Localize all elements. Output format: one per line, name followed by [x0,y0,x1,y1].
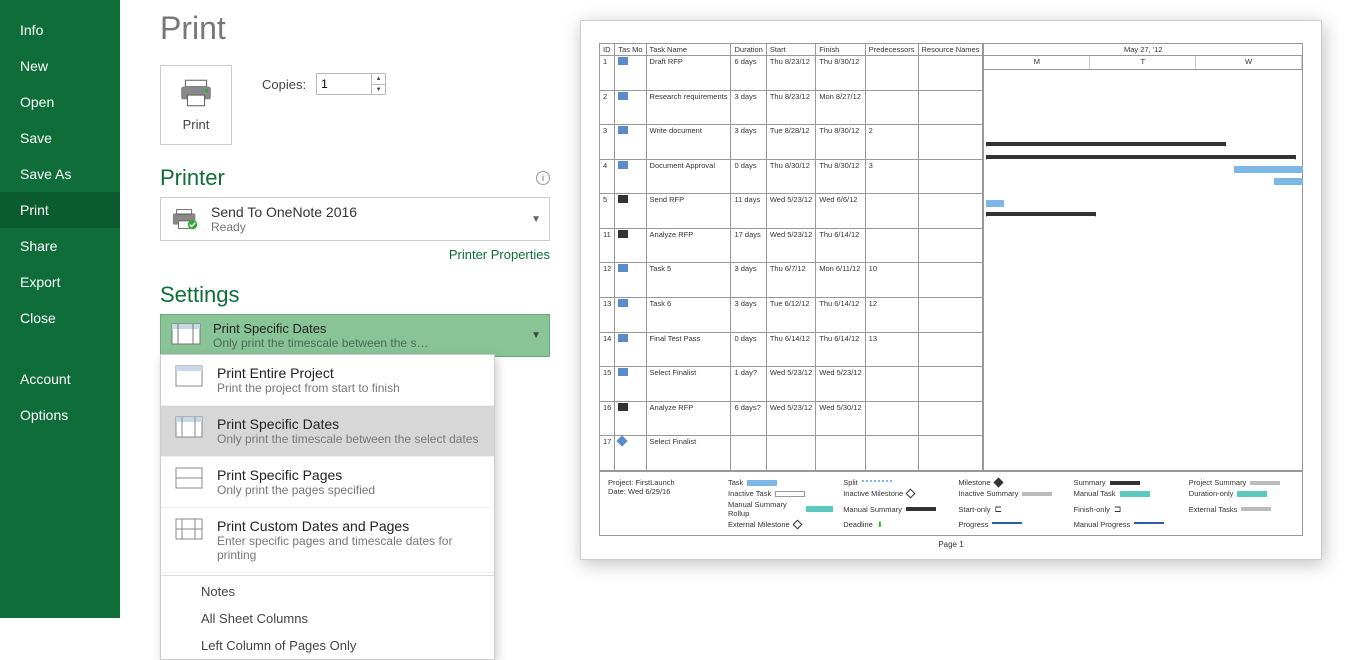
legend-item: External Tasks [1189,500,1294,518]
legend-item: Inactive Task [728,489,833,498]
legend-item: External Milestone [728,520,833,529]
date-range-icon [175,416,203,440]
table-row: 3Write document3 daysTue 8/28/12Thu 8/30… [600,125,983,160]
sidebar-item-new[interactable]: New [0,48,120,84]
main-area: Print Print Copies: ▲ ▼ Printer i [120,0,1352,618]
legend-item: Inactive Milestone [843,489,948,498]
printer-section-header: Printer [160,165,225,191]
date-range-icon [171,323,201,349]
timescale-label: May 27, '12 [984,44,1302,56]
dd-option-custom-dates-pages[interactable]: Print Custom Dates and PagesEnter specif… [161,508,494,573]
table-row: 16Analyze RFP6 days?Wed 5/23/12Wed 5/30/… [600,401,983,436]
sidebar-item-options[interactable]: Options [0,397,120,433]
legend-item: Finish-only⊐ [1074,500,1179,518]
dd-option-entire-project[interactable]: Print Entire ProjectPrint the project fr… [161,355,494,406]
page-title: Print [160,10,550,47]
gantt-bar [986,155,1296,159]
legend-item: Task [728,478,833,487]
legend-item: Deadline⬇ [843,520,948,529]
copies-input[interactable] [316,73,372,95]
legend-item: Manual Progress [1074,520,1179,529]
legend-item: Manual Summary [843,500,948,518]
copies-up[interactable]: ▲ [372,74,385,85]
pages-icon [175,467,203,491]
printer-icon [179,78,213,111]
gantt-bar [986,200,1004,207]
legend-item: Milestone [958,478,1063,487]
print-preview-page: IDTas MoTask NameDurationStartFinishPred… [580,20,1322,560]
dd-option-specific-dates[interactable]: Print Specific DatesOnly print the times… [161,406,494,457]
gantt-bar [986,212,1096,216]
dd-option-all-sheet-columns[interactable]: All Sheet Columns [161,605,494,632]
sidebar-item-save-as[interactable]: Save As [0,156,120,192]
legend-item: Duration-only [1189,489,1294,498]
table-row: 12Task 53 daysThu 6/7/12Mon 6/11/1210 [600,263,983,298]
sidebar-item-export[interactable]: Export [0,264,120,300]
dd-option-left-column-only[interactable]: Left Column of Pages Only [161,632,494,659]
table-row: 2Research requirements3 daysThu 8/23/12M… [600,90,983,125]
table-row: 5Send RFP11 daysWed 5/23/12Wed 6/6/12 [600,194,983,229]
dd-option-specific-pages[interactable]: Print Specific PagesOnly print the pages… [161,457,494,508]
legend-item: Progress [958,520,1063,529]
table-row: 13Task 63 daysTue 6/12/12Thu 6/14/1212 [600,298,983,333]
gantt-bar [986,142,1226,146]
copies-label: Copies: [262,77,306,92]
gantt-bar [1274,178,1303,185]
print-range-dropdown: Print Entire ProjectPrint the project fr… [160,354,495,660]
legend-item: Summary [1074,478,1179,487]
legend-item: Manual Task [1074,489,1179,498]
gantt-chart: May 27, '12 MTW [983,43,1303,471]
legend-box: Project: FirstLaunch Date: Wed 6/29/16 T… [599,471,1303,536]
backstage-sidebar: Info New Open Save Save As Print Share E… [0,0,120,618]
legend-item: Manual Summary Rollup [728,500,833,518]
print-button-label: Print [183,117,210,132]
table-row: 4Document Approval0 daysThu 8/30/12Thu 8… [600,159,983,194]
sidebar-item-open[interactable]: Open [0,84,120,120]
printer-status: Ready [211,220,357,234]
dd-option-notes[interactable]: Notes [161,578,494,605]
copies-down[interactable]: ▼ [372,85,385,95]
table-row: 15Select Finalist1 day?Wed 5/23/12Wed 5/… [600,367,983,402]
sidebar-item-info[interactable]: Info [0,12,120,48]
project-label: Project: FirstLaunch [608,478,698,487]
info-icon[interactable]: i [536,171,550,185]
page-label: Page 1 [599,536,1303,549]
printer-properties-link[interactable]: Printer Properties [449,247,550,262]
print-preview-panel: IDTas MoTask NameDurationStartFinishPred… [580,0,1352,618]
sidebar-item-save[interactable]: Save [0,120,120,156]
chevron-down-icon: ▼ [531,330,541,341]
print-button[interactable]: Print [160,65,232,145]
legend-item: Inactive Summary [958,489,1063,498]
date-label: Date: Wed 6/29/16 [608,487,698,496]
legend-item: Project Summary [1189,478,1294,487]
printer-name: Send To OneNote 2016 [211,204,357,220]
project-icon [175,365,203,389]
settings-section-header: Settings [160,282,240,308]
legend-item: Start-only⊏ [958,500,1063,518]
custom-icon [175,518,203,542]
printer-icon [171,207,201,231]
chevron-down-icon: ▼ [531,214,541,225]
print-settings-panel: Print Print Copies: ▲ ▼ Printer i [120,0,580,618]
setting-selected-label: Print Specific Dates [213,321,433,336]
table-row: 17Select Finalist [600,436,983,471]
printer-selector[interactable]: Send To OneNote 2016 Ready ▼ [160,197,550,241]
table-row: 14Final Test Pass0 daysThu 6/14/12Thu 6/… [600,332,983,367]
task-table: IDTas MoTask NameDurationStartFinishPred… [599,43,983,471]
sidebar-item-print[interactable]: Print [0,192,120,228]
table-row: 11Analyze RFP17 daysWed 5/23/12Thu 6/14/… [600,228,983,263]
sidebar-item-close[interactable]: Close [0,300,120,336]
setting-selected-sub: Only print the timescale between the sel… [213,336,433,350]
print-range-selector[interactable]: Print Specific Dates Only print the time… [160,314,550,357]
table-row: 1Draft RFP6 daysThu 8/23/12Thu 8/30/12 [600,56,983,91]
copies-spinner: ▲ ▼ [372,73,386,95]
legend-item: Split [843,478,948,487]
sidebar-item-share[interactable]: Share [0,228,120,264]
gantt-bar [1234,166,1303,173]
sidebar-item-account[interactable]: Account [0,361,120,397]
